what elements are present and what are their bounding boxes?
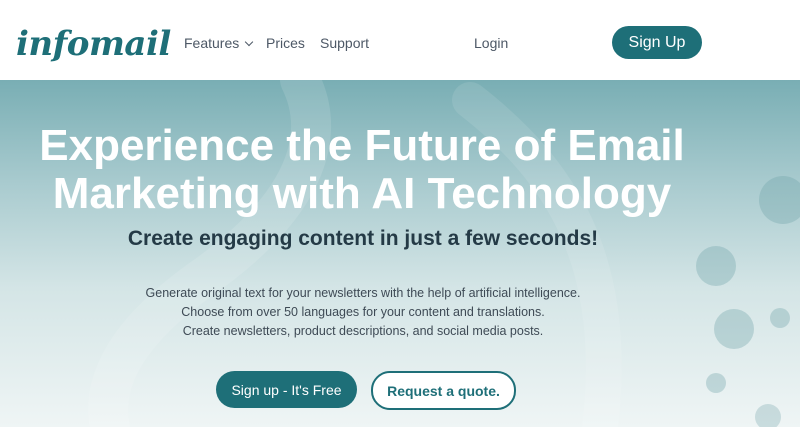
hero-headline: Experience the Future of Email Marketing… [0,122,724,218]
nav-login-link[interactable]: Login [474,35,508,51]
hero-description-line: Create newsletters, product descriptions… [182,324,544,338]
hero-headline-line-2: Marketing with AI Technology [52,169,672,218]
nav-features-menu[interactable]: Features [184,35,254,51]
chevron-down-icon [245,37,254,47]
hero-headline-line-1: Experience the Future of Email [39,121,685,170]
hero-subheadline: Create engaging content in just a few se… [127,227,599,250]
hero-description: Generate original text for your newslett… [0,284,726,341]
request-quote-button[interactable]: Request a quote. [371,371,516,410]
hero-section: Experience the Future of Email Marketing… [0,80,800,427]
signup-free-button[interactable]: Sign up - It's Free [216,371,357,408]
top-navigation-bar: infomail Features Prices Support Login S… [0,0,800,80]
infomail-logo[interactable]: infomail [16,24,171,64]
hero-description-line: Choose from over 50 languages for your c… [181,305,545,319]
nav-prices-link[interactable]: Prices [266,35,305,51]
signup-button[interactable]: Sign Up [612,26,702,59]
nav-features-label: Features [184,35,240,51]
hero-description-line: Generate original text for your newslett… [145,286,581,300]
nav-support-link[interactable]: Support [320,35,369,51]
